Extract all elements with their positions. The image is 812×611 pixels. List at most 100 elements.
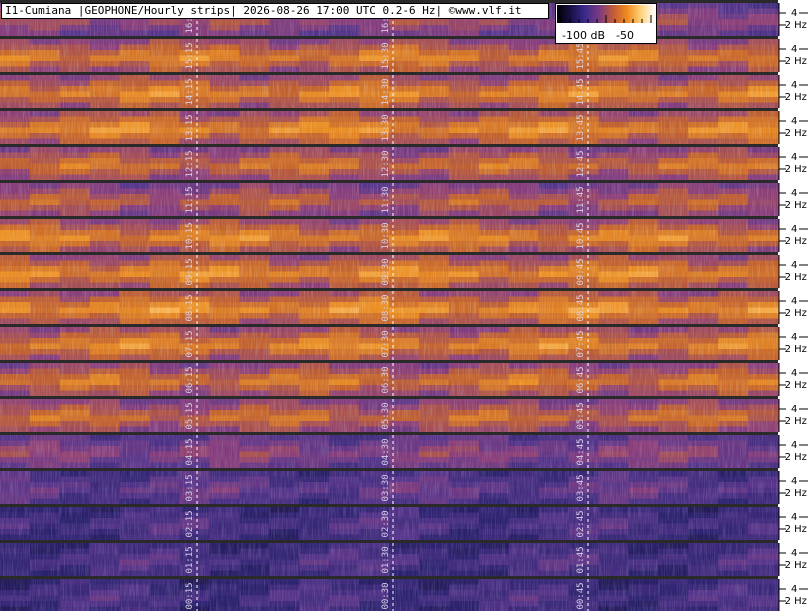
y-axis-tick-label: 4 — [791, 476, 797, 487]
y-axis-tick-label: -2 Hz — [781, 524, 807, 535]
strip-separator — [0, 360, 778, 363]
y-axis-tick-label: 4 — [791, 548, 797, 559]
y-axis-tick-label: 4 — [791, 152, 797, 163]
strip-separator — [0, 540, 778, 543]
time-label: 03:15 — [185, 474, 195, 501]
time-label: 01:45 — [576, 546, 586, 573]
time-label: 15:15 — [185, 42, 195, 69]
time-label: 02:30 — [381, 510, 391, 537]
y-axis-tick-label: 4 — [791, 8, 797, 19]
strip-13: 03:15 03:30 03:45 4-2 Hz — [0, 468, 808, 505]
y-axis-tick-label: -2 Hz — [781, 236, 807, 247]
y-axis-tick-label: -2 Hz — [781, 20, 807, 31]
y-axis-tick-label: -2 Hz — [781, 56, 807, 67]
y-axis-tick-label: 4 — [791, 188, 797, 199]
time-label: 06:30 — [381, 366, 391, 393]
strip-separator — [0, 252, 778, 255]
strip-16: 00:15 00:30 00:45 4-2 Hz — [0, 576, 808, 611]
strip-3: 13:15 13:30 13:45 4-2 Hz — [0, 108, 808, 145]
strip-9: 07:15 07:30 07:45 4-2 Hz — [0, 324, 808, 361]
time-label: 03:30 — [381, 474, 391, 501]
y-axis-tick-label: 4 — [791, 584, 797, 595]
strip-4: 12:15 12:30 12:45 4-2 Hz — [0, 144, 808, 181]
strip-separator — [0, 72, 778, 75]
y-axis-tick-label: -2 Hz — [781, 452, 807, 463]
strip-separator — [0, 504, 778, 507]
strip-11: 05:15 05:30 05:45 4-2 Hz — [0, 396, 808, 433]
time-label: 11:30 — [381, 186, 391, 213]
colorbar-label-high: -50 — [616, 29, 634, 42]
spectrogram-figure: 16:1516:3016:454-2 Hz15:1515:3015:454-2 … — [0, 0, 812, 611]
time-label: 04:15 — [185, 438, 195, 465]
y-axis-tick-label: 4 — [791, 116, 797, 127]
time-label: 11:45 — [576, 186, 586, 213]
y-axis-tick-label: 4 — [791, 368, 797, 379]
time-label: 07:30 — [381, 330, 391, 357]
strip-7: 09:15 09:30 09:45 4-2 Hz — [0, 252, 808, 289]
time-label: 03:45 — [576, 474, 586, 501]
strip-separator — [0, 108, 778, 111]
time-label: 04:45 — [576, 438, 586, 465]
y-axis-tick-label: 4 — [791, 440, 797, 451]
strip-separator — [0, 576, 778, 579]
time-label: 05:15 — [185, 402, 195, 429]
y-axis-tick-label: -2 Hz — [781, 596, 807, 607]
time-label: 13:15 — [185, 114, 195, 141]
y-axis-tick-label: 4 — [791, 260, 797, 271]
y-axis-tick-label: 4 — [791, 80, 797, 91]
time-label: 01:15 — [185, 546, 195, 573]
time-label: 00:45 — [576, 582, 586, 609]
time-label: 07:15 — [185, 330, 195, 357]
y-axis-tick-label: 4 — [791, 296, 797, 307]
y-axis-tick-label: 4 — [791, 404, 797, 415]
time-label: 14:45 — [576, 78, 586, 105]
time-label: 08:45 — [576, 294, 586, 321]
y-axis-tick-label: -2 Hz — [781, 380, 807, 391]
time-label: 02:15 — [185, 510, 195, 537]
strip-separator — [0, 324, 778, 327]
y-axis-tick-label: -2 Hz — [781, 488, 807, 499]
y-axis-tick-label: 4 — [791, 44, 797, 55]
time-label: 02:45 — [576, 510, 586, 537]
time-label: 08:30 — [381, 294, 391, 321]
time-label: 00:15 — [185, 582, 195, 609]
strip-12: 04:15 04:30 04:45 4-2 Hz — [0, 432, 808, 469]
y-axis-tick-label: -2 Hz — [781, 560, 807, 571]
strip-separator — [0, 468, 778, 471]
time-label: 00:30 — [381, 582, 391, 609]
y-axis-tick-label: -2 Hz — [781, 128, 807, 139]
time-label: 05:45 — [576, 402, 586, 429]
time-label: 12:30 — [381, 150, 391, 177]
time-label: 04:30 — [381, 438, 391, 465]
colorbar-label-low: -100 dB — [562, 29, 605, 42]
strip-5: 11:15 11:30 11:45 4-2 Hz — [0, 180, 808, 217]
time-label: 06:45 — [576, 366, 586, 393]
strip-separator — [0, 216, 778, 219]
spectrogram-chart: 16:1516:3016:454-2 Hz15:1515:3015:454-2 … — [0, 0, 808, 611]
time-label: 06:15 — [185, 366, 195, 393]
strip-8: 08:15 08:30 08:45 4-2 Hz — [0, 288, 808, 325]
y-axis-tick-label: -2 Hz — [781, 308, 807, 319]
y-axis-tick-label: -2 Hz — [781, 200, 807, 211]
y-axis-tick-label: 4 — [791, 224, 797, 235]
time-label: 09:30 — [381, 258, 391, 285]
time-label: 12:45 — [576, 150, 586, 177]
strip-separator — [0, 432, 778, 435]
time-label: 09:45 — [576, 258, 586, 285]
y-axis-tick-label: -2 Hz — [781, 272, 807, 283]
y-axis-tick-label: 4 — [791, 512, 797, 523]
time-label: 10:15 — [185, 222, 195, 249]
strip-2: 14:15 14:30 14:45 4-2 Hz — [0, 72, 808, 109]
y-axis-tick-label: -2 Hz — [781, 92, 807, 103]
strip-separator — [0, 396, 778, 399]
strip-10: 06:15 06:30 06:45 4-2 Hz — [0, 360, 808, 397]
time-label: 11:15 — [185, 186, 195, 213]
strip-separator — [0, 144, 778, 147]
chart-title: I1-Cumiana |GEOPHONE/Hourly strips| 2026… — [1, 3, 549, 19]
strip-separator — [0, 36, 778, 39]
colorbar: -100 dB -50 — [555, 3, 657, 44]
time-label: 08:15 — [185, 294, 195, 321]
time-label: 10:45 — [576, 222, 586, 249]
y-axis-tick-label: -2 Hz — [781, 164, 807, 175]
strip-1: 15:15 15:30 15:45 4-2 Hz — [0, 36, 808, 73]
